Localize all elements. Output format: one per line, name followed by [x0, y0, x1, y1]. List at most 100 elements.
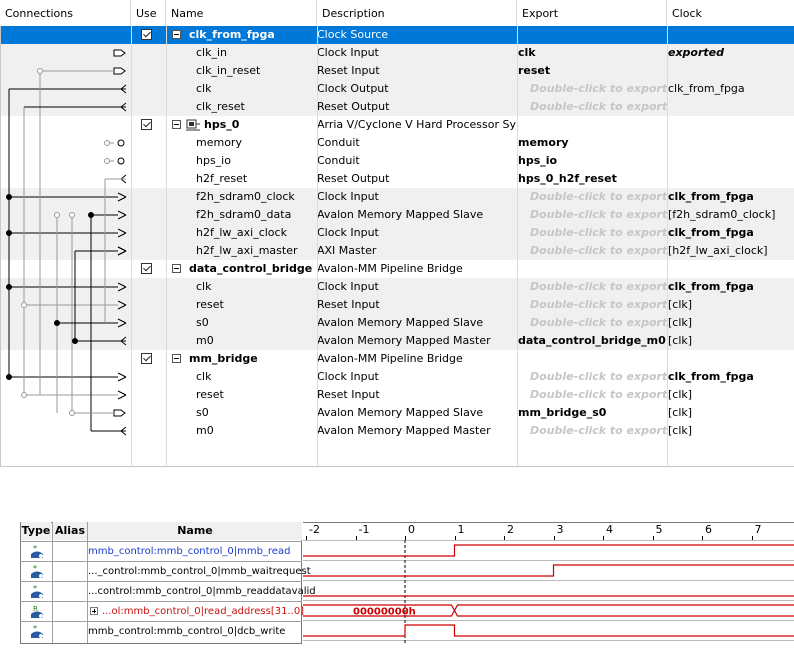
column-divider [131, 26, 132, 466]
clock-cell[interactable]: clk_from_fpga [668, 368, 794, 386]
export-cell[interactable]: hps_0_h2f_reset [518, 170, 666, 188]
export-cell[interactable]: Double-click to export [530, 242, 678, 260]
clock-cell[interactable] [668, 350, 794, 368]
description-cell: Clock Input [317, 226, 379, 239]
description-cell: Arria V/Cyclone V Hard Processor System [317, 118, 516, 131]
clock-cell[interactable] [668, 260, 794, 278]
clock-cell[interactable] [668, 26, 794, 44]
signal-row[interactable]: * ...control:mmb_control_0|mmb_readdatava… [20, 581, 316, 602]
header-connections[interactable]: Connections [0, 0, 131, 26]
signal-row[interactable]: * mmb_control:mmb_control_0|mmb_read [20, 541, 302, 562]
collapse-toggle-icon[interactable] [172, 264, 181, 273]
clock-cell[interactable]: exported [668, 44, 794, 62]
connections-graph[interactable] [0, 26, 131, 466]
wave-header-alias[interactable]: Alias [52, 522, 87, 540]
export-cell[interactable]: Double-click to export [530, 224, 678, 242]
export-cell[interactable]: Double-click to export [530, 296, 678, 314]
clock-cell[interactable]: clk_from_fpga [668, 188, 794, 206]
export-cell[interactable]: clk [518, 44, 666, 62]
header-export[interactable]: Export [517, 0, 667, 26]
clock-cell[interactable]: [clk] [668, 296, 794, 314]
interface-name: clk_reset [196, 100, 245, 113]
description-cell: Reset Output [317, 172, 390, 185]
clock-cell[interactable]: [clk] [668, 314, 794, 332]
export-cell[interactable]: Double-click to export [530, 80, 678, 98]
export-cell[interactable]: Double-click to export [530, 206, 678, 224]
header-name[interactable]: Name [166, 0, 317, 26]
clock-cell[interactable]: [clk] [668, 422, 794, 440]
clock-cell[interactable]: [clk] [668, 332, 794, 350]
export-cell[interactable]: Double-click to export [530, 368, 678, 386]
description-cell: Avalon Memory Mapped Master [317, 424, 491, 437]
description-cell: Conduit [317, 136, 360, 149]
clock-cell[interactable]: [clk] [668, 404, 794, 422]
signal-name: ..._control:mmb_control_0|mmb_waitreques… [88, 566, 311, 577]
use-checkbox[interactable] [141, 263, 152, 274]
clock-cell[interactable] [668, 152, 794, 170]
export-cell[interactable]: mm_bridge_s0 [518, 404, 666, 422]
export-cell[interactable]: Double-click to export [530, 98, 678, 116]
clock-cell[interactable]: [h2f_lw_axi_clock] [668, 242, 794, 260]
interface-name: clk [196, 82, 212, 95]
clock-cell[interactable]: clk_from_fpga [668, 224, 794, 242]
export-cell[interactable] [518, 260, 666, 278]
export-cell[interactable]: Double-click to export [530, 386, 678, 404]
interface-name: clk_in_reset [196, 64, 261, 77]
description-cell: Clock Input [317, 280, 379, 293]
clock-cell[interactable] [668, 62, 794, 80]
waveform-plot[interactable]: 00000000h [303, 540, 794, 644]
interface-name: reset [196, 298, 224, 311]
header-label: Connections [5, 7, 73, 20]
description-cell: Avalon-MM Pipeline Bridge [317, 262, 463, 275]
module-name: clk_from_fpga [189, 28, 275, 41]
collapse-toggle-icon[interactable] [172, 30, 181, 39]
use-checkbox[interactable] [141, 29, 152, 40]
clock-cell[interactable] [668, 116, 794, 134]
export-cell[interactable]: hps_io [518, 152, 666, 170]
header-description[interactable]: Description [317, 0, 517, 26]
wave-header-type[interactable]: Type [21, 522, 51, 540]
interface-name: m0 [196, 424, 214, 437]
signal-row[interactable]: * mmb_control:mmb_control_0|dcb_write [20, 621, 302, 642]
collapse-toggle-icon[interactable] [172, 354, 181, 363]
clock-cell[interactable] [668, 98, 794, 116]
description-cell: Clock Input [317, 370, 379, 383]
interface-name: memory [196, 136, 242, 149]
clock-cell[interactable]: [f2h_sdram0_clock] [668, 206, 794, 224]
signal-row[interactable]: * ..._control:mmb_control_0|mmb_waitreque… [20, 561, 311, 582]
use-checkbox[interactable] [141, 119, 152, 130]
column-divider [166, 26, 167, 466]
interface-name: clk_in [196, 46, 228, 59]
export-cell[interactable]: Double-click to export [530, 314, 678, 332]
clock-cell[interactable]: clk_from_fpga [668, 80, 794, 98]
interface-name: f2h_sdram0_data [196, 208, 292, 221]
header-use[interactable]: Use [131, 0, 166, 26]
time-ruler[interactable] [303, 522, 794, 541]
description-cell: Clock Input [317, 190, 379, 203]
clock-cell[interactable] [668, 170, 794, 188]
export-cell[interactable]: Double-click to export [530, 422, 678, 440]
time-tick-label: 6 [705, 523, 712, 536]
export-cell[interactable] [518, 350, 666, 368]
signal-waveform [303, 544, 794, 557]
export-cell[interactable]: reset [518, 62, 666, 80]
module-name: mm_bridge [189, 352, 258, 365]
export-cell[interactable] [518, 26, 666, 44]
export-cell[interactable]: memory [518, 134, 666, 152]
column-divider [667, 26, 668, 466]
export-cell[interactable]: Double-click to export [530, 188, 678, 206]
expand-bus-icon[interactable] [90, 607, 98, 615]
clock-cell[interactable]: [clk] [668, 386, 794, 404]
signal-row[interactable]: R ...ol:mmb_control_0|read_address[31..0] [20, 601, 304, 622]
collapse-toggle-icon[interactable] [172, 120, 181, 129]
export-cell[interactable]: Double-click to export [530, 278, 678, 296]
header-clock[interactable]: Clock [667, 0, 794, 26]
wave-header-name[interactable]: Name [87, 522, 302, 540]
clock-cell[interactable]: clk_from_fpga [668, 278, 794, 296]
use-checkbox[interactable] [141, 353, 152, 364]
export-cell[interactable]: data_control_bridge_m0 [518, 332, 666, 350]
header-label: Use [136, 7, 157, 20]
clock-cell[interactable] [668, 134, 794, 152]
time-tick-label: 4 [606, 523, 613, 536]
export-cell[interactable] [518, 116, 666, 134]
